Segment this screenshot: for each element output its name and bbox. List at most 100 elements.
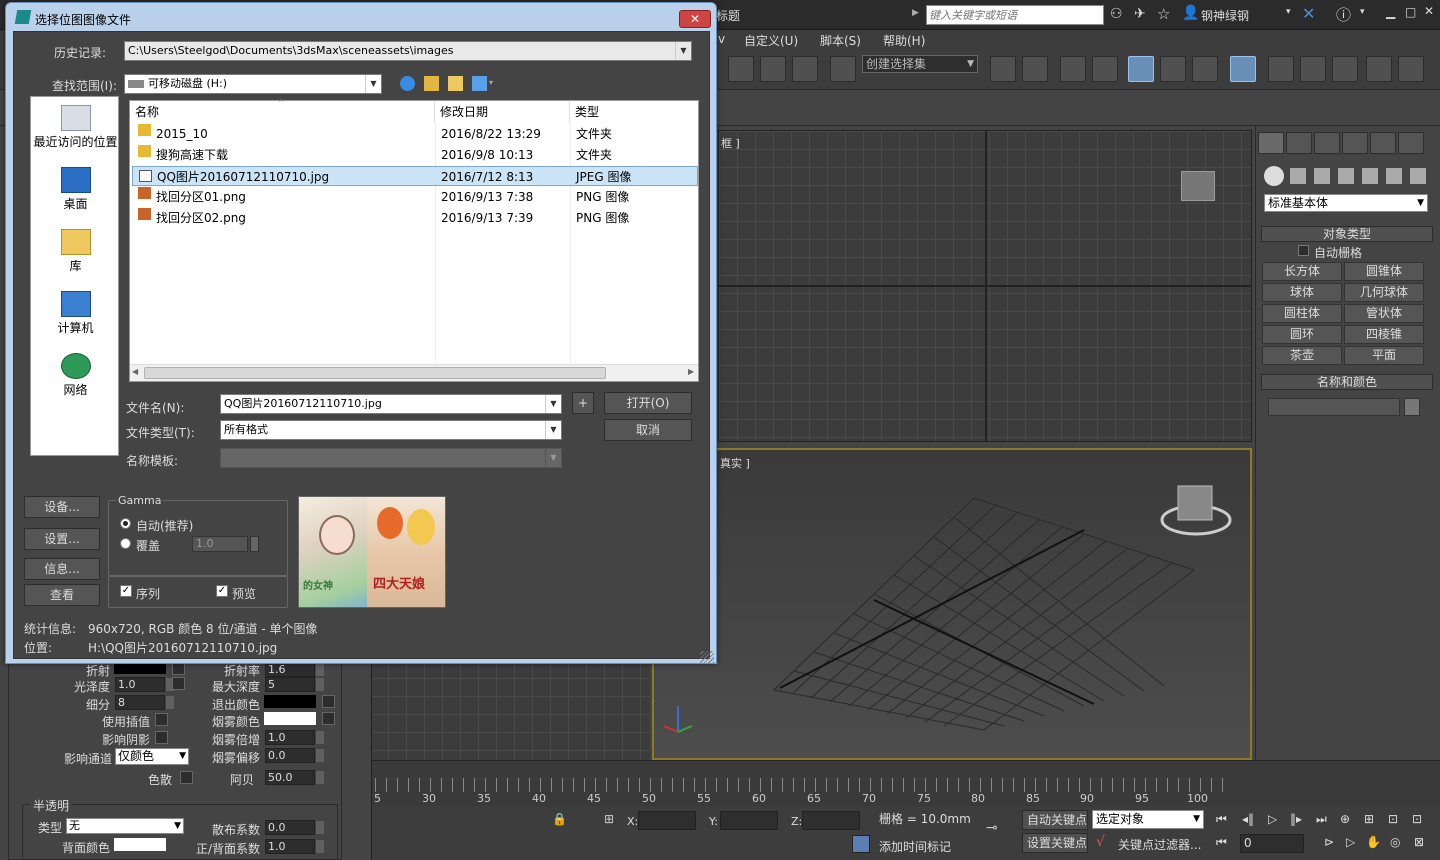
place-computer[interactable]: 计算机 [31,291,120,336]
display-tab-icon[interactable] [1370,132,1396,154]
hierarchy-tab-icon[interactable] [1314,132,1340,154]
link-icon[interactable] [728,56,754,82]
file-row[interactable]: 找回分区01.png 2016/9/13 7:38 PNG 图像 [132,187,698,207]
hand-icon[interactable]: ✋ [1366,835,1381,849]
fog-color-swatch[interactable] [264,712,316,725]
prev-frame-icon[interactable]: ◂‖ [1242,812,1254,826]
close-icon[interactable]: ✕ [1424,4,1434,18]
history-dropdown[interactable]: C:\Users\Steelgod\Documents\3dsMax\scene… [124,41,692,61]
motion-tab-icon[interactable] [1342,132,1368,154]
fog-bias-spinner[interactable]: 0.0 [265,748,324,763]
plane-button[interactable]: 平面 [1344,346,1424,365]
translucency-type-dropdown[interactable]: 无 ▼ [66,818,184,834]
back-color-swatch[interactable] [114,838,166,851]
scene-explorer-icon[interactable] [1128,56,1154,82]
user-dropdown-icon[interactable]: ▾ [1286,7,1291,17]
category-dropdown[interactable]: 标准基本体 ▼ [1264,194,1428,212]
x-coord-field[interactable] [638,811,696,830]
create-tab-icon[interactable] [1258,132,1284,154]
key-filters-button[interactable]: 关键点过滤器... [1118,836,1201,853]
exchange-icon[interactable]: ✕ [1302,4,1315,23]
render-setup-icon[interactable] [1268,56,1294,82]
viewport-label[interactable]: 框 ] [721,135,740,151]
lookin-dropdown[interactable]: 可移动磁盘 (H:) ▼ [124,74,382,94]
teapot-button[interactable]: 茶壶 [1262,346,1342,365]
render-iterative-icon[interactable] [1366,56,1392,82]
filetype-dropdown[interactable]: 所有格式 ▼ [220,420,562,440]
back-icon[interactable] [400,76,415,91]
minimize-icon[interactable]: ▁ [1386,5,1395,19]
favorites-star-icon[interactable]: ☆ [1157,5,1170,23]
affect-shadow-checkbox[interactable] [155,731,168,744]
key-mode-icon[interactable]: ⏮ [1216,835,1227,850]
dialog-titlebar[interactable]: 选择位图图像文件 ✕ [6,3,716,31]
menu-script[interactable]: 脚本(S) [820,32,861,49]
exit-color-swatch[interactable] [264,695,316,708]
file-row[interactable]: 搜狗高速下载 2016/9/8 10:13 文件夹 [132,145,698,165]
tube-button[interactable]: 管状体 [1344,304,1424,323]
zoom-extents-icon[interactable]: ⊡ [1388,812,1398,826]
zoom-icon[interactable]: ⊕ [1340,812,1350,826]
view-menu-chevron-icon[interactable]: ▾ [489,78,493,87]
maximize-icon[interactable]: □ [1405,5,1416,19]
view-button[interactable]: 查看 [24,584,100,606]
place-libraries[interactable]: 库 [31,229,120,274]
fog-color-map-button[interactable] [322,712,335,725]
menu-item[interactable]: v [718,32,725,46]
column-date[interactable]: 修改日期 [435,101,570,123]
name-color-header[interactable]: 名称和颜色 [1261,374,1433,390]
file-row[interactable]: 找回分区02.png 2016/9/13 7:39 PNG 图像 [132,208,698,228]
zoom-extents-all-icon[interactable]: ⊡ [1412,812,1422,826]
viewport-perspective[interactable]: 真实 ] [652,448,1252,760]
place-desktop[interactable]: 桌面 [31,167,120,212]
edit-named-sel-icon[interactable] [830,56,856,82]
set-key-button[interactable]: 设置关键点 [1022,833,1088,853]
filename-input[interactable]: QQ图片20160712110710.jpg ▼ [220,394,562,414]
scroll-left-icon[interactable]: ◀ [132,367,138,376]
scatter-spinner[interactable]: 0.0 [265,820,324,835]
layer-manager-icon[interactable] [1092,56,1118,82]
view-menu-icon[interactable] [472,76,487,91]
spinner-snap-icon[interactable] [792,56,818,82]
max-depth-spinner[interactable]: 5 [265,677,324,692]
maximize-viewport-icon[interactable]: ⊠ [1414,835,1424,849]
time-tag-icon[interactable] [852,835,870,853]
mirror-icon[interactable] [990,56,1016,82]
modify-tab-icon[interactable] [1286,132,1312,154]
go-to-end-icon[interactable]: ⏭ [1316,812,1327,827]
cameras-icon[interactable] [1338,168,1354,184]
resize-grip-icon[interactable] [700,651,714,663]
file-row[interactable]: 2015_10 2016/8/22 13:29 文件夹 [132,124,698,144]
object-color-swatch[interactable] [1404,398,1420,416]
current-frame-field[interactable]: 0 [1240,834,1304,853]
horizontal-scrollbar[interactable]: ◀ ▶ [130,364,698,381]
cylinder-button[interactable]: 圆柱体 [1262,304,1342,323]
user-name[interactable]: 钢神绿钢 [1201,7,1249,24]
absolute-mode-icon[interactable]: ⊞ [604,812,614,826]
curve-editor-icon[interactable] [1160,56,1186,82]
object-type-header[interactable]: 对象类型 [1261,226,1433,242]
cancel-button[interactable]: 取消 [604,419,692,441]
play-icon[interactable]: ▷ [1268,812,1277,826]
cone-button[interactable]: 圆锥体 [1344,262,1424,281]
render-online-icon[interactable] [1398,56,1424,82]
box-button[interactable]: 长方体 [1262,262,1342,281]
help-icon[interactable]: ⓘ [1336,4,1351,25]
key-set-dropdown[interactable]: 选定对象 ▼ [1092,810,1204,829]
z-coord-field[interactable] [802,811,860,830]
file-list[interactable]: 名称 ^ 修改日期 类型 2015_10 2016/8/22 13:29 文件夹… [129,98,699,382]
file-row-selected[interactable]: QQ图片20160712110710.jpg 2016/7/12 8:13 JP… [132,166,698,186]
shapes-icon[interactable] [1290,168,1306,184]
field-of-view-icon[interactable]: ⊳ [1324,835,1334,849]
gloss-map-button[interactable] [172,677,185,690]
angle-snap-icon[interactable] [760,56,786,82]
search-input[interactable] [926,5,1104,25]
open-button[interactable]: 打开(O) [604,392,692,414]
new-folder-icon[interactable] [448,76,463,91]
subscription-icon[interactable]: ✈ [1134,6,1146,22]
info-button[interactable]: 信息... [24,558,100,580]
menu-customize[interactable]: 自定义(U) [744,32,798,49]
refract-ior-spinner[interactable]: 1.6 [265,662,324,677]
menu-help[interactable]: 帮助(H) [883,32,925,49]
binoculars-icon[interactable]: ⚇ [1110,6,1123,22]
